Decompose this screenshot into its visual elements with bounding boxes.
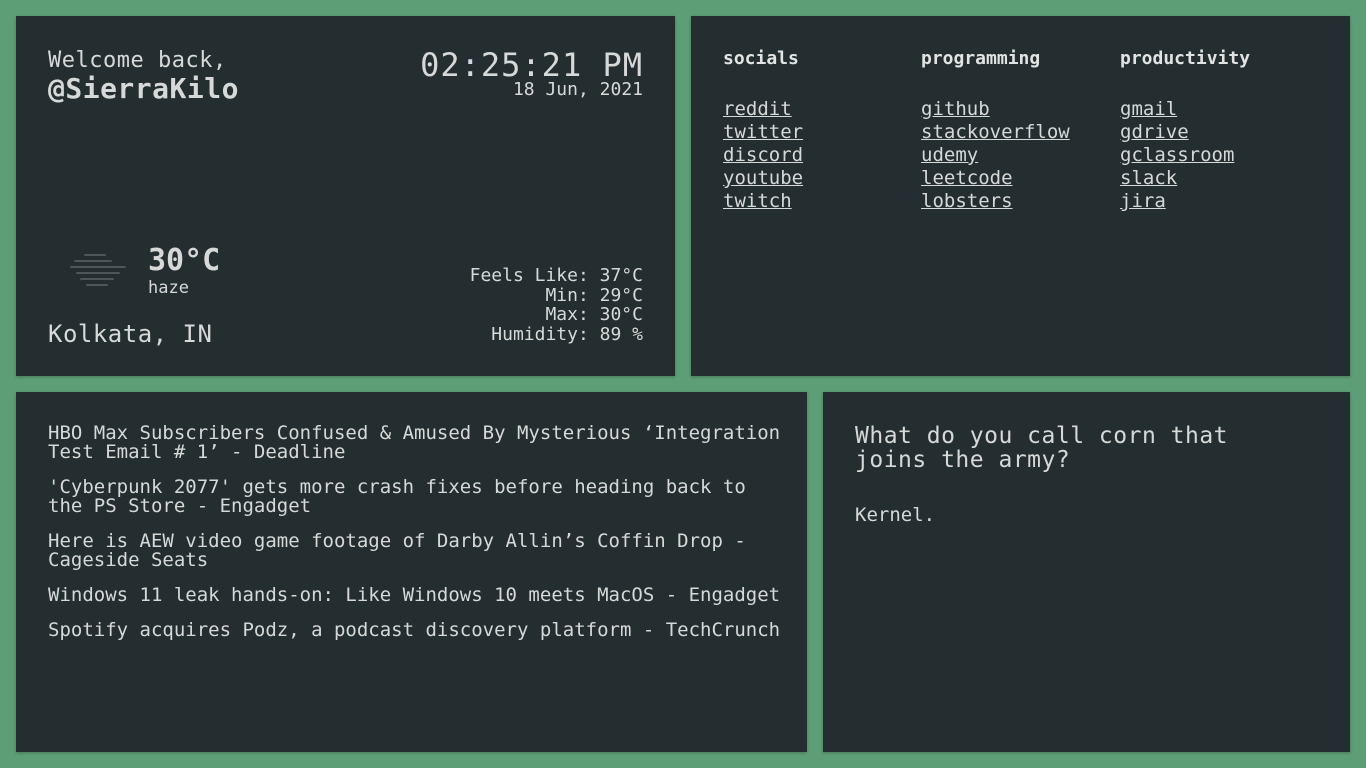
link-twitch[interactable]: twitch bbox=[723, 190, 803, 213]
links-column-productivity: productivity gmail gdrive gclassroom sla… bbox=[1120, 48, 1250, 213]
joke-question: What do you call corn that joins the arm… bbox=[855, 423, 1229, 473]
link-gdrive[interactable]: gdrive bbox=[1120, 121, 1250, 144]
link-udemy[interactable]: udemy bbox=[921, 144, 1070, 167]
links-card: socials reddit twitter discord youtube t… bbox=[691, 16, 1350, 376]
news-item[interactable]: Spotify acquires Podz, a podcast discove… bbox=[48, 621, 788, 640]
weather-details: Feels Like: 37°C Min: 29°C Max: 30°C Hum… bbox=[470, 266, 643, 344]
links-column-title: programming bbox=[921, 48, 1041, 69]
greeting-text: Welcome back, bbox=[48, 48, 227, 73]
temp-min: Min: 29°C bbox=[545, 284, 643, 306]
links-column-title: socials bbox=[723, 48, 799, 69]
joke-card: What do you call corn that joins the arm… bbox=[823, 392, 1350, 752]
link-leetcode[interactable]: leetcode bbox=[921, 167, 1070, 190]
links-column-programming: programming github stackoverflow udemy l… bbox=[921, 48, 1070, 213]
link-discord[interactable]: discord bbox=[723, 144, 803, 167]
haze-icon bbox=[70, 252, 126, 288]
news-item[interactable]: 'Cyberpunk 2077' gets more crash fixes b… bbox=[48, 478, 788, 516]
link-github[interactable]: github bbox=[921, 98, 1070, 121]
link-lobsters[interactable]: lobsters bbox=[921, 190, 1070, 213]
clock-date: 18 Jun, 2021 bbox=[512, 79, 643, 100]
link-gclassroom[interactable]: gclassroom bbox=[1120, 144, 1250, 167]
link-jira[interactable]: jira bbox=[1120, 190, 1250, 213]
link-slack[interactable]: slack bbox=[1120, 167, 1250, 190]
link-twitter[interactable]: twitter bbox=[723, 121, 803, 144]
links-column-title: productivity bbox=[1120, 48, 1251, 69]
link-youtube[interactable]: youtube bbox=[723, 167, 803, 190]
clock-time: 02:25:21 PM bbox=[420, 46, 643, 84]
news-item[interactable]: Here is AEW video game footage of Darby … bbox=[48, 532, 788, 570]
welcome-card: Welcome back, @SierraKilo 02:25:21 PM 18… bbox=[16, 16, 675, 376]
links-column-socials: socials reddit twitter discord youtube t… bbox=[723, 48, 803, 213]
humidity: Humidity: 89 % bbox=[491, 323, 643, 345]
link-reddit[interactable]: reddit bbox=[723, 98, 803, 121]
joke-answer: Kernel. bbox=[855, 504, 936, 526]
link-gmail[interactable]: gmail bbox=[1120, 98, 1250, 121]
temp-max: Max: 30°C bbox=[545, 304, 643, 325]
feels-like: Feels Like: 37°C bbox=[469, 265, 643, 286]
news-card: HBO Max Subscribers Confused & Amused By… bbox=[16, 392, 807, 752]
news-item[interactable]: HBO Max Subscribers Confused & Amused By… bbox=[48, 424, 788, 462]
news-list: HBO Max Subscribers Confused & Amused By… bbox=[48, 424, 788, 656]
weather-temperature: 30°C bbox=[148, 243, 221, 278]
weather-location: Kolkata, IN bbox=[48, 320, 213, 348]
username: @SierraKilo bbox=[48, 72, 239, 105]
weather-condition: haze bbox=[148, 278, 189, 298]
link-stackoverflow[interactable]: stackoverflow bbox=[921, 121, 1070, 144]
news-item[interactable]: Windows 11 leak hands-on: Like Windows 1… bbox=[48, 586, 788, 605]
